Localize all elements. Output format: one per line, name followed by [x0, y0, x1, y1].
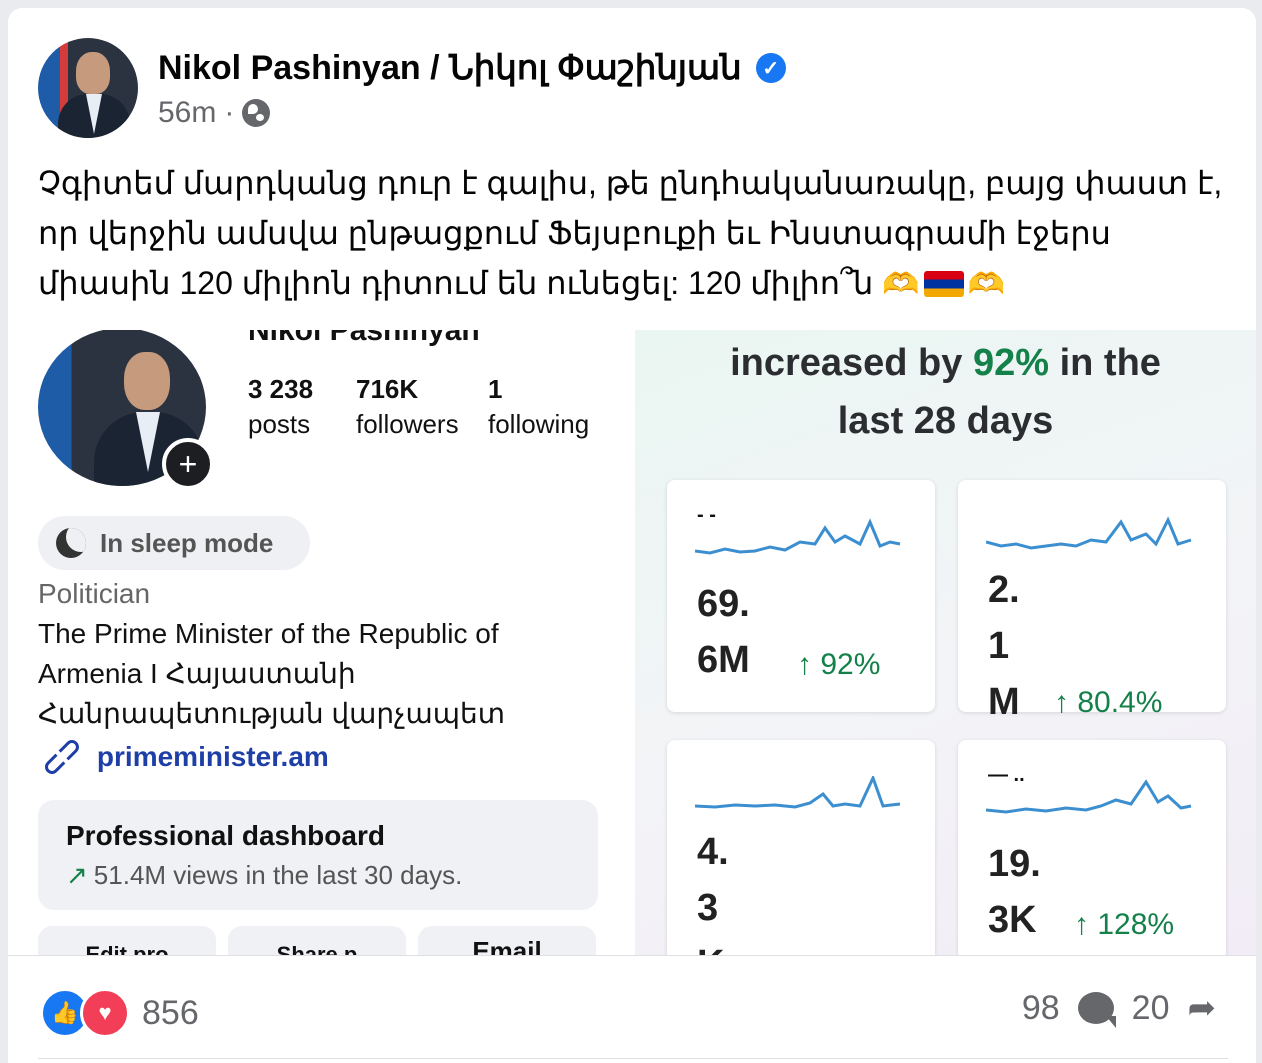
bio-line-2: Armenia I Հայաստանի [38, 658, 356, 689]
bio-line-3: Հանրապետության վարչապետ [38, 698, 506, 729]
metric-card-2-value-1: 2. [988, 569, 1020, 611]
metric-card-2-value-2: 1 [988, 625, 1010, 667]
share-count[interactable]: 20 [1132, 989, 1170, 1028]
author-name[interactable]: Nikol Pashinyan / Նիկոլ Փաշինյան [158, 48, 742, 88]
instagram-profile-screenshot[interactable]: Nikol Pashinyan + 3 238 posts 716K follo… [8, 330, 628, 955]
headline-pre: increased by [730, 342, 973, 384]
professional-dashboard: Professional dashboard ↗ 51.4M views in t… [38, 800, 598, 910]
metric-card-3-value-2: 3 [697, 887, 719, 929]
author-avatar[interactable] [38, 38, 138, 138]
metric-card-4-value-1: 19. [988, 843, 1041, 885]
love-reaction-icon: ♥ [80, 988, 130, 1038]
metric-card-3-value-3: K [697, 936, 724, 955]
stat-followers-label: followers [356, 409, 459, 439]
globe-icon[interactable] [242, 99, 271, 127]
metric-card-4-value-2: 3K [988, 899, 1037, 941]
headline-percent: 92% [972, 342, 1050, 384]
post-time[interactable]: 56m [158, 96, 216, 130]
share-profile-button: Share p [228, 926, 406, 955]
stat-followers-value: 716K [356, 374, 419, 404]
reaction-count[interactable]: 856 [142, 994, 199, 1033]
bio-line-1: The Prime Minister of the Republic of [38, 618, 499, 649]
sleep-mode-label: In sleep mode [100, 527, 274, 558]
stat-following: 1 following [488, 374, 589, 440]
sparkline-1 [695, 518, 901, 555]
stat-posts-value: 3 238 [248, 374, 314, 404]
heart-hands-emoji-icon-2: 🫶 [967, 268, 1005, 301]
heart-hands-emoji-icon: 🫶 [882, 268, 920, 301]
stat-posts: 3 238 posts [248, 374, 313, 440]
metric-card-4-change: ↑ 128% [1074, 908, 1175, 941]
sparkline-3 [695, 776, 901, 809]
reactions-summary[interactable]: 👍 ♥ 856 [40, 988, 199, 1038]
bottom-divider [38, 1058, 1228, 1059]
metric-card-4: — .. 19. 3K ↑ 128% [958, 740, 1226, 955]
metric-card-3-value-1: 4. [697, 831, 729, 873]
profile-bio: The Prime Minister of the Republic of Ar… [38, 614, 598, 734]
dashboard-subtitle-text: 51.4M views in the last 30 days. [93, 860, 463, 890]
comment-icon[interactable] [1077, 992, 1116, 1028]
metric-card-3: 4. 3 K [667, 740, 935, 955]
email-button: Email [418, 926, 596, 955]
stat-followers: 716K followers [356, 374, 459, 440]
metric-card-2: 2. 1 M ↑ 80.4% [958, 480, 1226, 723]
sleep-mode-pill: In sleep mode [38, 516, 310, 570]
comment-count[interactable]: 98 [1022, 989, 1060, 1028]
profile-link: ⊂⊃ primeminister.am [34, 729, 329, 784]
engagement-counts: 98 20 ➦ [1022, 988, 1216, 1028]
metric-card-1-value-1: 69. [697, 583, 750, 625]
metric-card-2-change: ↑ 80.4% [1054, 686, 1163, 719]
profile-name-cut: Nikol Pashinyan [248, 330, 480, 347]
post-body: Չգիտեմ մարդկանց դուր է գալիս, թե ընդհակա… [38, 165, 1223, 301]
sparkline-4 [986, 779, 1192, 814]
profile-link-text: primeminister.am [96, 740, 329, 772]
post-text: Չգիտեմ մարդկանց դուր է գալիս, թե ընդհակա… [38, 158, 1238, 310]
author-name-row: Nikol Pashinyan / Նիկոլ Փաշինյան ✓ [158, 48, 786, 88]
headline-line-2: last 28 days [837, 400, 1054, 442]
metric-card-2-value-3: M [988, 681, 1020, 723]
headline-line-1: increased by 92% in the [635, 334, 1256, 392]
metric-card-1: - - 69. 6M ↑ 92% [667, 480, 935, 712]
headline-post: in the [1049, 342, 1161, 384]
dashboard-title: Professional dashboard [66, 820, 385, 851]
insights-headline: increased by 92% in the last 28 days [635, 334, 1256, 450]
armenia-flag-icon [923, 271, 964, 297]
metric-card-1-change: ↑ 92% [797, 648, 881, 681]
edit-profile-button: Edit pro [38, 926, 216, 955]
link-icon: ⊂⊃ [33, 728, 90, 785]
insights-screenshot[interactable]: increased by 92% in the last 28 days - -… [635, 330, 1256, 955]
trend-up-icon: ↗ [66, 860, 88, 890]
meta-separator: · [224, 96, 235, 129]
post-meta: 56m · [158, 96, 271, 130]
metric-card-1-value-2: 6M [697, 639, 750, 681]
profile-category: Politician [38, 578, 151, 609]
moon-icon [56, 528, 86, 558]
share-icon[interactable]: ➦ [1188, 988, 1217, 1028]
verified-badge-icon: ✓ [755, 53, 786, 83]
stat-following-value: 1 [488, 374, 503, 404]
add-story-icon: + [162, 438, 214, 490]
sparkline-2 [986, 516, 1192, 550]
footer-divider [8, 955, 1256, 956]
post-card: Nikol Pashinyan / Նիկոլ Փաշինյան ✓ 56m ·… [8, 8, 1256, 1063]
stat-following-label: following [488, 409, 590, 439]
stat-posts-label: posts [248, 409, 311, 439]
dashboard-subtitle: ↗ 51.4M views in the last 30 days. [66, 860, 462, 891]
